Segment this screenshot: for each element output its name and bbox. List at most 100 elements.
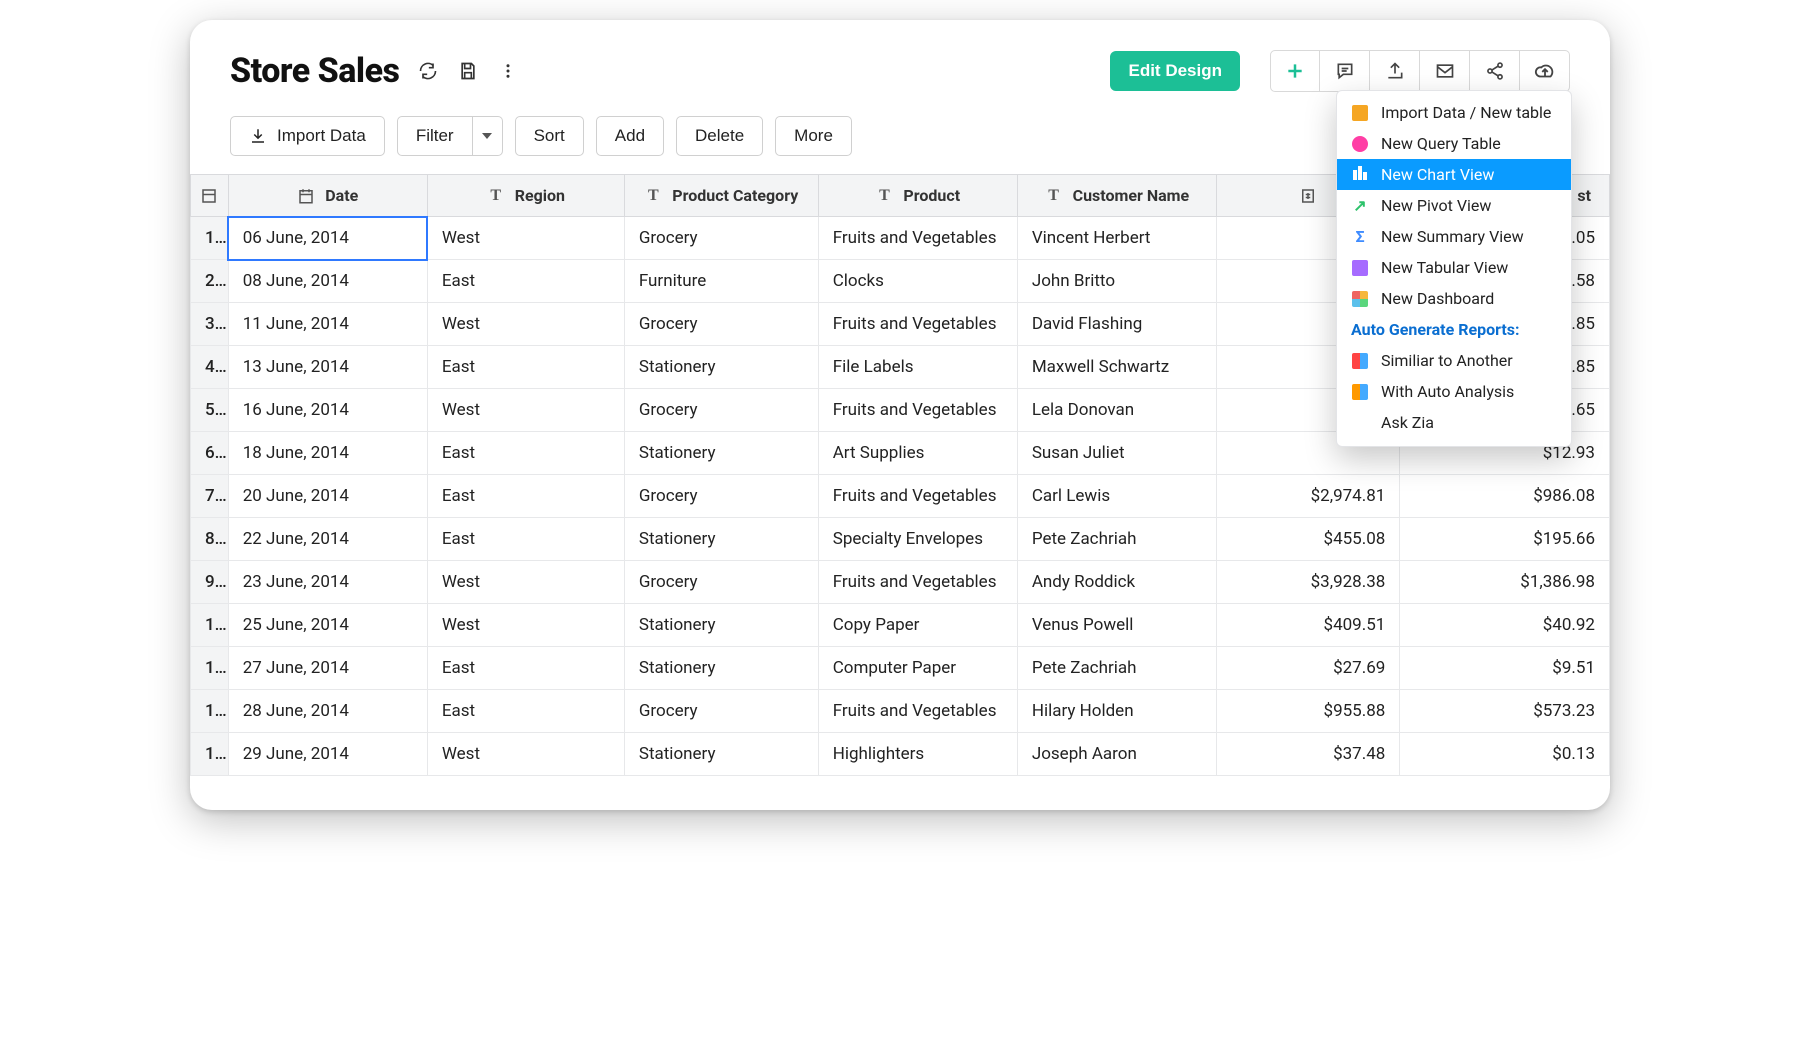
row-number-cell[interactable]: 7 [191, 475, 229, 518]
row-number-header[interactable] [191, 175, 229, 217]
cell-category[interactable]: Stationery [624, 604, 818, 647]
cell-region[interactable]: West [427, 303, 624, 346]
col-region-header[interactable]: TRegion [427, 175, 624, 217]
filter-button[interactable]: Filter [397, 116, 473, 156]
export-icon[interactable] [1370, 50, 1420, 92]
dropdown-item[interactable]: New Query Table [1337, 128, 1571, 159]
cell-customer[interactable]: Hilary Holden [1017, 690, 1216, 733]
cell-date[interactable]: 16 June, 2014 [228, 389, 427, 432]
row-number-cell[interactable]: 6 [191, 432, 229, 475]
cell-category[interactable]: Furniture [624, 260, 818, 303]
cell-sales[interactable]: $955.88 [1216, 690, 1399, 733]
cell-date[interactable]: 08 June, 2014 [228, 260, 427, 303]
cell-product[interactable]: Copy Paper [818, 604, 1017, 647]
cloud-upload-icon[interactable] [1520, 50, 1570, 92]
more-icon[interactable] [497, 60, 519, 82]
cell-category[interactable]: Grocery [624, 303, 818, 346]
cell-region[interactable]: East [427, 690, 624, 733]
cell-region[interactable]: West [427, 561, 624, 604]
cell-customer[interactable]: Maxwell Schwartz [1017, 346, 1216, 389]
row-number-cell[interactable]: 8 [191, 518, 229, 561]
cell-sales[interactable]: $27.69 [1216, 647, 1399, 690]
cell-sales[interactable]: $2,974.81 [1216, 475, 1399, 518]
cell-product[interactable]: Fruits and Vegetables [818, 475, 1017, 518]
row-number-cell[interactable]: 3 [191, 303, 229, 346]
cell-customer[interactable]: Vincent Herbert [1017, 217, 1216, 260]
cell-customer[interactable]: Carl Lewis [1017, 475, 1216, 518]
col-product-header[interactable]: TProduct [818, 175, 1017, 217]
cell-product[interactable]: Clocks [818, 260, 1017, 303]
cell-cost[interactable]: $0.13 [1400, 733, 1610, 776]
cell-region[interactable]: East [427, 260, 624, 303]
col-category-header[interactable]: TProduct Category [624, 175, 818, 217]
cell-cost[interactable]: $40.92 [1400, 604, 1610, 647]
dropdown-item[interactable]: ΣNew Summary View [1337, 221, 1571, 252]
cell-product[interactable]: Fruits and Vegetables [818, 389, 1017, 432]
dropdown-item[interactable]: With Auto Analysis [1337, 376, 1571, 407]
cell-customer[interactable]: Venus Powell [1017, 604, 1216, 647]
import-data-button[interactable]: Import Data [230, 116, 385, 156]
cell-product[interactable]: Fruits and Vegetables [818, 303, 1017, 346]
cell-category[interactable]: Stationery [624, 647, 818, 690]
cell-category[interactable]: Grocery [624, 561, 818, 604]
cell-category[interactable]: Stationery [624, 432, 818, 475]
row-number-cell[interactable]: 2 [191, 260, 229, 303]
cell-date[interactable]: 18 June, 2014 [228, 432, 427, 475]
cell-region[interactable]: West [427, 604, 624, 647]
cell-region[interactable]: West [427, 217, 624, 260]
cell-date[interactable]: 28 June, 2014 [228, 690, 427, 733]
cell-customer[interactable]: Andy Roddick [1017, 561, 1216, 604]
cell-date[interactable]: 27 June, 2014 [228, 647, 427, 690]
cell-region[interactable]: East [427, 518, 624, 561]
cell-category[interactable]: Stationery [624, 346, 818, 389]
row-number-cell[interactable]: 9 [191, 561, 229, 604]
cell-product[interactable]: Computer Paper [818, 647, 1017, 690]
add-button[interactable]: Add [596, 116, 664, 156]
cell-category[interactable]: Grocery [624, 690, 818, 733]
cell-region[interactable]: West [427, 733, 624, 776]
more-button[interactable]: More [775, 116, 852, 156]
cell-category[interactable]: Grocery [624, 475, 818, 518]
cell-customer[interactable]: Pete Zachriah [1017, 647, 1216, 690]
dropdown-item[interactable]: New Dashboard [1337, 283, 1571, 314]
row-number-cell[interactable]: 1 [191, 217, 229, 260]
cell-product[interactable]: Art Supplies [818, 432, 1017, 475]
cell-product[interactable]: Highlighters [818, 733, 1017, 776]
col-customer-header[interactable]: TCustomer Name [1017, 175, 1216, 217]
cell-product[interactable]: Fruits and Vegetables [818, 217, 1017, 260]
row-number-cell[interactable]: 13 [191, 733, 229, 776]
row-number-cell[interactable]: 10 [191, 604, 229, 647]
cell-region[interactable]: East [427, 475, 624, 518]
dropdown-item[interactable]: Ask Zia [1337, 407, 1571, 438]
cell-date[interactable]: 22 June, 2014 [228, 518, 427, 561]
cell-region[interactable]: East [427, 647, 624, 690]
cell-sales[interactable]: $37.48 [1216, 733, 1399, 776]
cell-category[interactable]: Stationery [624, 733, 818, 776]
cell-sales[interactable]: $409.51 [1216, 604, 1399, 647]
cell-cost[interactable]: $986.08 [1400, 475, 1610, 518]
cell-category[interactable]: Grocery [624, 389, 818, 432]
cell-product[interactable]: Specialty Envelopes [818, 518, 1017, 561]
cell-date[interactable]: 25 June, 2014 [228, 604, 427, 647]
row-number-cell[interactable]: 11 [191, 647, 229, 690]
filter-dropdown-toggle[interactable] [473, 116, 503, 156]
cell-product[interactable]: Fruits and Vegetables [818, 690, 1017, 733]
edit-design-button[interactable]: Edit Design [1110, 51, 1240, 91]
cell-customer[interactable]: David Flashing [1017, 303, 1216, 346]
dropdown-item[interactable]: Similiar to Another [1337, 345, 1571, 376]
cell-customer[interactable]: Lela Donovan [1017, 389, 1216, 432]
cell-cost[interactable]: $1,386.98 [1400, 561, 1610, 604]
delete-button[interactable]: Delete [676, 116, 763, 156]
dropdown-item[interactable]: ↗New Pivot View [1337, 190, 1571, 221]
cell-customer[interactable]: John Britto [1017, 260, 1216, 303]
cell-cost[interactable]: $195.66 [1400, 518, 1610, 561]
cell-region[interactable]: West [427, 389, 624, 432]
col-date-header[interactable]: Date [228, 175, 427, 217]
cell-date[interactable]: 23 June, 2014 [228, 561, 427, 604]
dropdown-item[interactable]: New Chart View [1337, 159, 1571, 190]
refresh-icon[interactable] [417, 60, 439, 82]
cell-product[interactable]: File Labels [818, 346, 1017, 389]
cell-region[interactable]: East [427, 346, 624, 389]
sort-button[interactable]: Sort [515, 116, 584, 156]
mail-icon[interactable] [1420, 50, 1470, 92]
